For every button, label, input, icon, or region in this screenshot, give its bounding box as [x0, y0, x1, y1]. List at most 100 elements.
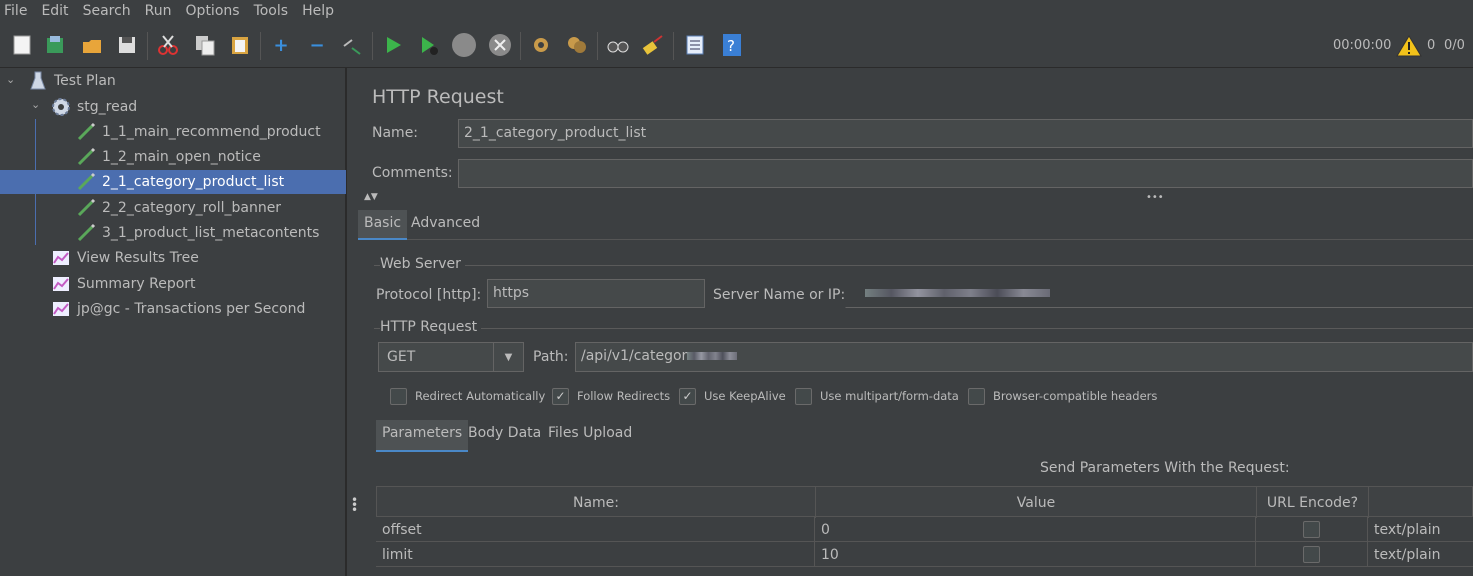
tab-body-data[interactable]: Body Data — [462, 420, 547, 450]
tree-node-listener[interactable]: View Results Tree — [51, 246, 199, 270]
checkbox-icon — [968, 387, 985, 405]
web-server-group — [374, 265, 1473, 266]
url-encode-checkbox[interactable] — [1256, 542, 1368, 567]
tab-basic[interactable]: Basic — [358, 210, 408, 240]
chevron-down-icon[interactable]: ⌄ — [31, 98, 40, 111]
menu-edit[interactable]: Edit — [41, 3, 68, 19]
send-params-label: Send Parameters With the Request: — [1040, 460, 1290, 476]
help-icon[interactable]: ? — [719, 32, 745, 58]
param-name[interactable]: limit — [376, 542, 815, 567]
paste-icon[interactable] — [227, 32, 253, 58]
pipette-icon — [76, 122, 96, 142]
menu-help[interactable]: Help — [302, 3, 334, 19]
use-multipart-checkbox[interactable]: Use multipart/form-data — [795, 387, 959, 405]
chevron-down-icon[interactable]: ⌄ — [6, 73, 15, 86]
use-keepalive-checkbox[interactable]: ✓ Use KeepAlive — [679, 387, 786, 405]
name-label: Name: — [372, 125, 419, 141]
column-header-name[interactable]: Name: — [377, 487, 816, 518]
split-pane-divider[interactable]: • • • — [346, 68, 358, 576]
protocol-label: Protocol [http]: — [376, 287, 482, 303]
function-helper-icon[interactable] — [682, 32, 708, 58]
checkbox-icon — [1303, 546, 1320, 563]
follow-redirects-checkbox[interactable]: ✓ Follow Redirects — [552, 387, 670, 405]
collapse-icon[interactable]: − — [304, 32, 330, 58]
content-type[interactable]: text/plain — [1368, 517, 1473, 542]
http-request-panel: HTTP Request Name: 2_1_category_product_… — [358, 68, 1473, 576]
tab-files-upload[interactable]: Files Upload — [542, 420, 638, 450]
param-value[interactable]: 0 — [815, 517, 1256, 542]
checkmark-icon: ✓ — [679, 387, 696, 405]
new-icon[interactable] — [9, 32, 35, 58]
graph-icon — [51, 274, 71, 294]
test-plan-tree: ⌄ Test Plan ⌄ stg_read 1_1_main_recommen… — [0, 68, 346, 576]
toolbar: + − ? 00:00:00 0 0/0 — [0, 24, 1473, 68]
drag-handle-icon[interactable]: ••• — [1146, 192, 1164, 203]
stop-icon[interactable] — [451, 32, 477, 58]
tree-node-test-plan[interactable]: Test Plan — [28, 69, 116, 93]
browser-compatible-headers-checkbox[interactable]: Browser-compatible headers — [968, 387, 1157, 405]
toggle-icon[interactable] — [339, 32, 365, 58]
param-value[interactable]: 10 — [815, 542, 1256, 567]
redirect-automatically-checkbox[interactable]: Redirect Automatically — [390, 387, 545, 405]
pipette-icon — [76, 147, 96, 167]
cut-icon[interactable] — [155, 32, 181, 58]
comments-label: Comments: — [372, 165, 453, 181]
checkbox-icon — [795, 387, 812, 405]
table-header: Name: Value URL Encode? — [376, 486, 1473, 518]
start-icon[interactable] — [380, 32, 406, 58]
clear-icon[interactable] — [528, 32, 554, 58]
flask-icon — [28, 71, 48, 91]
tab-parameters[interactable]: Parameters — [376, 420, 469, 452]
tree-node-listener[interactable]: jp@gc - Transactions per Second — [51, 297, 305, 321]
start-no-pause-icon[interactable] — [416, 32, 442, 58]
collapse-arrows-icon[interactable]: ▲▼ — [364, 192, 378, 202]
server-field[interactable] — [845, 279, 1473, 308]
tree-node-sampler[interactable]: 1_2_main_open_notice — [76, 145, 261, 169]
table-row[interactable]: offset 0 text/plain — [376, 517, 1473, 542]
name-field[interactable]: 2_1_category_product_list — [458, 119, 1473, 148]
comments-field[interactable] — [458, 159, 1473, 188]
warning-count: 0 — [1427, 38, 1436, 53]
search-icon[interactable] — [605, 32, 631, 58]
graph-icon — [51, 248, 71, 268]
tree-node-sampler[interactable]: 1_1_main_recommend_product — [76, 120, 321, 144]
clear-all-icon[interactable] — [564, 32, 590, 58]
url-encode-checkbox[interactable] — [1256, 517, 1368, 542]
menu-options[interactable]: Options — [186, 3, 240, 19]
tab-advanced[interactable]: Advanced — [405, 210, 486, 240]
save-icon[interactable] — [114, 32, 140, 58]
menu-tools[interactable]: Tools — [254, 3, 289, 19]
path-field[interactable]: /api/v1/categor — [575, 342, 1473, 372]
expand-icon[interactable]: + — [268, 32, 294, 58]
copy-icon[interactable] — [192, 32, 218, 58]
tab-bar: Basic Advanced — [358, 204, 1473, 240]
param-name[interactable]: offset — [376, 517, 815, 542]
http-request-group — [374, 328, 1473, 329]
menu-bar: File Edit Search Run Options Tools Help — [0, 0, 1473, 22]
reset-search-icon[interactable] — [640, 32, 666, 58]
shutdown-icon[interactable] — [487, 32, 513, 58]
table-row[interactable]: limit 10 text/plain — [376, 542, 1473, 567]
column-header-value[interactable]: Value — [816, 487, 1257, 518]
content-type[interactable]: text/plain — [1368, 542, 1473, 567]
tree-node-sampler[interactable]: 2_2_category_roll_banner — [76, 196, 281, 220]
tree-node-listener[interactable]: Summary Report — [51, 272, 196, 296]
templates-icon[interactable] — [42, 32, 68, 58]
tree-node-thread-group[interactable]: stg_read — [51, 95, 137, 119]
menu-file[interactable]: File — [4, 3, 27, 19]
tree-node-sampler[interactable]: 3_1_product_list_metacontents — [76, 221, 319, 245]
menu-run[interactable]: Run — [145, 3, 172, 19]
menu-search[interactable]: Search — [83, 3, 131, 19]
chevron-down-icon[interactable]: ▼ — [493, 343, 523, 371]
tree-node-sampler-selected[interactable]: 2_1_category_product_list — [0, 170, 346, 194]
warning-icon[interactable] — [1396, 34, 1422, 62]
method-select[interactable]: GET ▼ — [378, 342, 524, 372]
protocol-field[interactable]: https — [487, 279, 705, 308]
pipette-icon — [76, 223, 96, 243]
graph-icon — [51, 299, 71, 319]
open-icon[interactable] — [79, 32, 105, 58]
column-header-url-encode[interactable]: URL Encode? — [1257, 487, 1369, 518]
checkbox-icon — [390, 387, 407, 405]
gear-icon — [51, 97, 71, 117]
svg-text:?: ? — [727, 37, 735, 55]
